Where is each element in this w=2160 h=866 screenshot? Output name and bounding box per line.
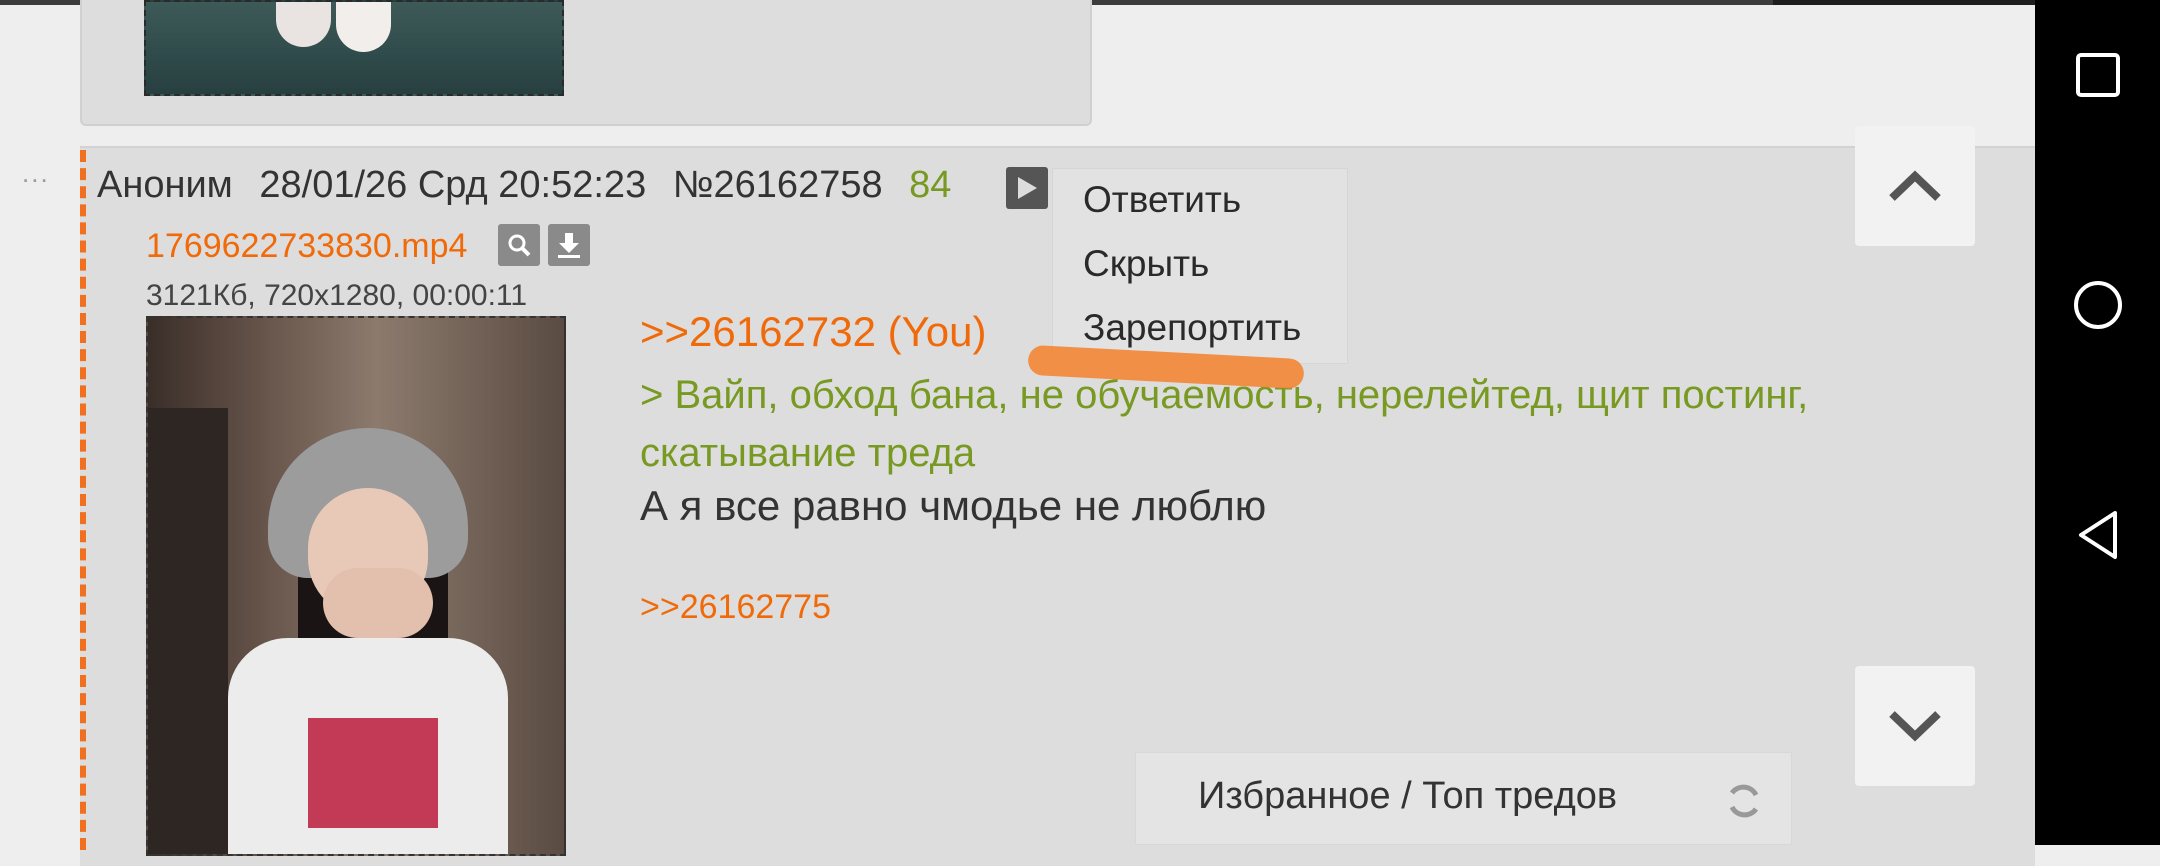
recents-square-icon xyxy=(2076,53,2120,97)
scroll-down-button[interactable] xyxy=(1855,666,1975,786)
reply-link[interactable]: >>26162732 (You) xyxy=(640,308,986,356)
menu-item-hide[interactable]: Скрыть xyxy=(1083,243,1209,285)
home-button[interactable] xyxy=(2071,278,2125,332)
search-icon xyxy=(508,234,531,257)
file-download-button[interactable] xyxy=(548,224,590,266)
back-button[interactable] xyxy=(2071,508,2125,562)
post-reply-count[interactable]: 84 xyxy=(909,164,951,206)
thumbnail-shape xyxy=(276,2,331,47)
favorites-label[interactable]: Избранное / Топ тредов xyxy=(1198,775,1617,818)
post-highlight-stripe xyxy=(80,150,86,850)
thumbnail-shape xyxy=(336,2,391,52)
chevron-down-icon xyxy=(1889,711,1941,742)
greentext-quote: > Вайп, обход бана, не обучаемость, нере… xyxy=(640,373,1809,475)
file-metadata: 3121Кб, 720x1280, 00:00:11 xyxy=(146,279,528,312)
post-author: Аноним xyxy=(97,164,233,206)
thumbnail-shape xyxy=(323,568,433,638)
post-header: Аноним 28/01/26 Срд 20:52:23 №26162758 8… xyxy=(97,164,967,207)
post-number[interactable]: №26162758 xyxy=(673,164,883,206)
previous-post-thumbnail[interactable] xyxy=(144,0,564,96)
post-options-dots[interactable]: ... xyxy=(22,158,50,189)
status-bar-right xyxy=(1773,0,2035,5)
play-button[interactable] xyxy=(1006,167,1048,209)
file-name-link[interactable]: 1769622733830.mp4 xyxy=(146,227,467,266)
video-thumbnail[interactable] xyxy=(146,316,566,856)
post-body: А я все равно чмодье не люблю xyxy=(640,482,1267,529)
chevron-up-icon xyxy=(1889,170,1941,201)
recents-button[interactable] xyxy=(2071,48,2125,102)
play-icon xyxy=(1018,177,1037,199)
back-triangle-icon xyxy=(2079,511,2117,559)
refresh-icon[interactable] xyxy=(1724,781,1764,821)
post-date: 28/01/26 Срд 20:52:23 xyxy=(259,164,647,206)
favorites-bar[interactable]: Избранное / Топ тредов xyxy=(1135,752,1792,845)
context-menu: Ответить Скрыть Зарепортить xyxy=(1052,168,1348,364)
backlink[interactable]: >>26162775 xyxy=(640,588,831,627)
download-icon xyxy=(558,233,580,258)
previous-post xyxy=(80,0,1092,126)
home-circle-icon xyxy=(2074,281,2122,329)
scroll-up-button[interactable] xyxy=(1855,126,1975,246)
menu-item-reply[interactable]: Ответить xyxy=(1083,179,1241,221)
thumbnail-shape xyxy=(308,718,438,828)
thumbnail-shape xyxy=(148,408,228,854)
file-search-button[interactable] xyxy=(498,224,540,266)
menu-item-report[interactable]: Зарепортить xyxy=(1083,307,1301,349)
android-nav-bar xyxy=(2035,0,2160,845)
